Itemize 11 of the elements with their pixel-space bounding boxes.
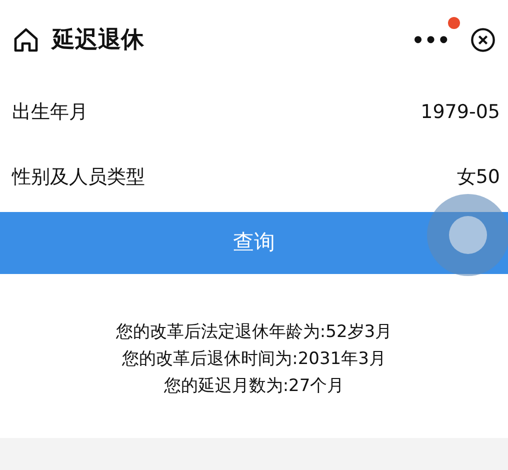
result-text: 您的延迟月数为:27个月 — [164, 375, 344, 398]
close-icon[interactable] — [470, 27, 496, 53]
home-icon[interactable] — [12, 26, 40, 54]
field-value[interactable]: 女50 — [456, 163, 500, 192]
field-label: 性别及人员类型 — [12, 165, 145, 190]
field-label: 出生年月 — [12, 100, 88, 126]
field-value[interactable]: 1979-05 — [420, 98, 500, 127]
page-title: 延迟退休 — [52, 26, 144, 55]
more-button[interactable]: ••• — [412, 25, 450, 55]
result-text: 您的改革后法定退休年龄为:52岁3月 — [116, 321, 392, 344]
result-text: 您的改革后退休时间为:2031年3月 — [122, 348, 386, 371]
